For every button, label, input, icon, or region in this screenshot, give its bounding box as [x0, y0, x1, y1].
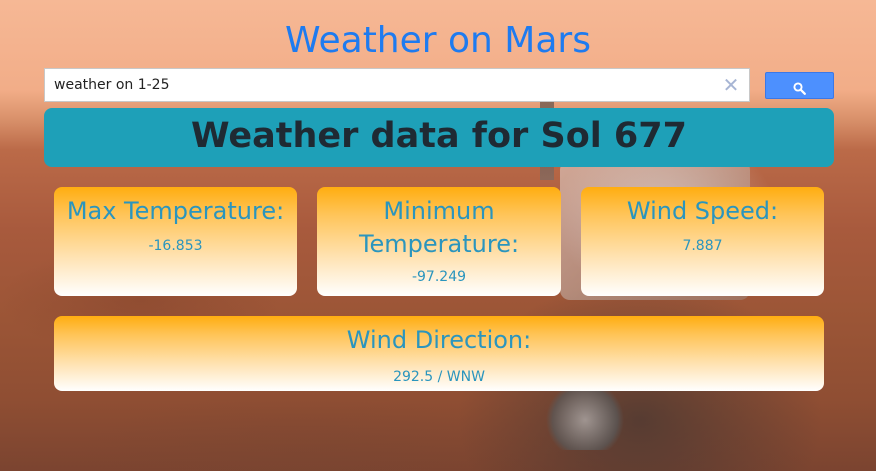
wind-speed-card: Wind Speed: 7.887	[581, 187, 824, 296]
max-temperature-label: Max Temperature:	[66, 197, 285, 225]
close-icon[interactable]: ✕	[721, 74, 741, 96]
wind-direction-value: 292.5 / WNW	[393, 369, 485, 385]
wind-direction-label: Wind Direction:	[346, 326, 532, 354]
search-box: ✕	[44, 68, 750, 102]
wind-direction-card: Wind Direction: 292.5 / WNW	[54, 316, 824, 391]
sol-banner: Weather data for Sol 677	[44, 108, 834, 167]
search-input[interactable]	[45, 69, 715, 101]
page-title: Weather on Mars	[285, 20, 591, 61]
max-temperature-card: Max Temperature: -16.853	[54, 187, 297, 296]
background-rover-wheel	[540, 390, 630, 450]
wind-speed-value: 7.887	[682, 238, 723, 254]
min-temperature-label: Minimum Temperature:	[358, 197, 520, 258]
search-icon	[793, 82, 806, 95]
search-button[interactable]	[765, 72, 834, 99]
wind-speed-label: Wind Speed:	[626, 197, 779, 225]
min-temperature-value: -97.249	[411, 269, 467, 285]
max-temperature-value: -16.853	[148, 238, 203, 254]
min-temperature-card: Minimum Temperature: -97.249	[317, 187, 561, 296]
